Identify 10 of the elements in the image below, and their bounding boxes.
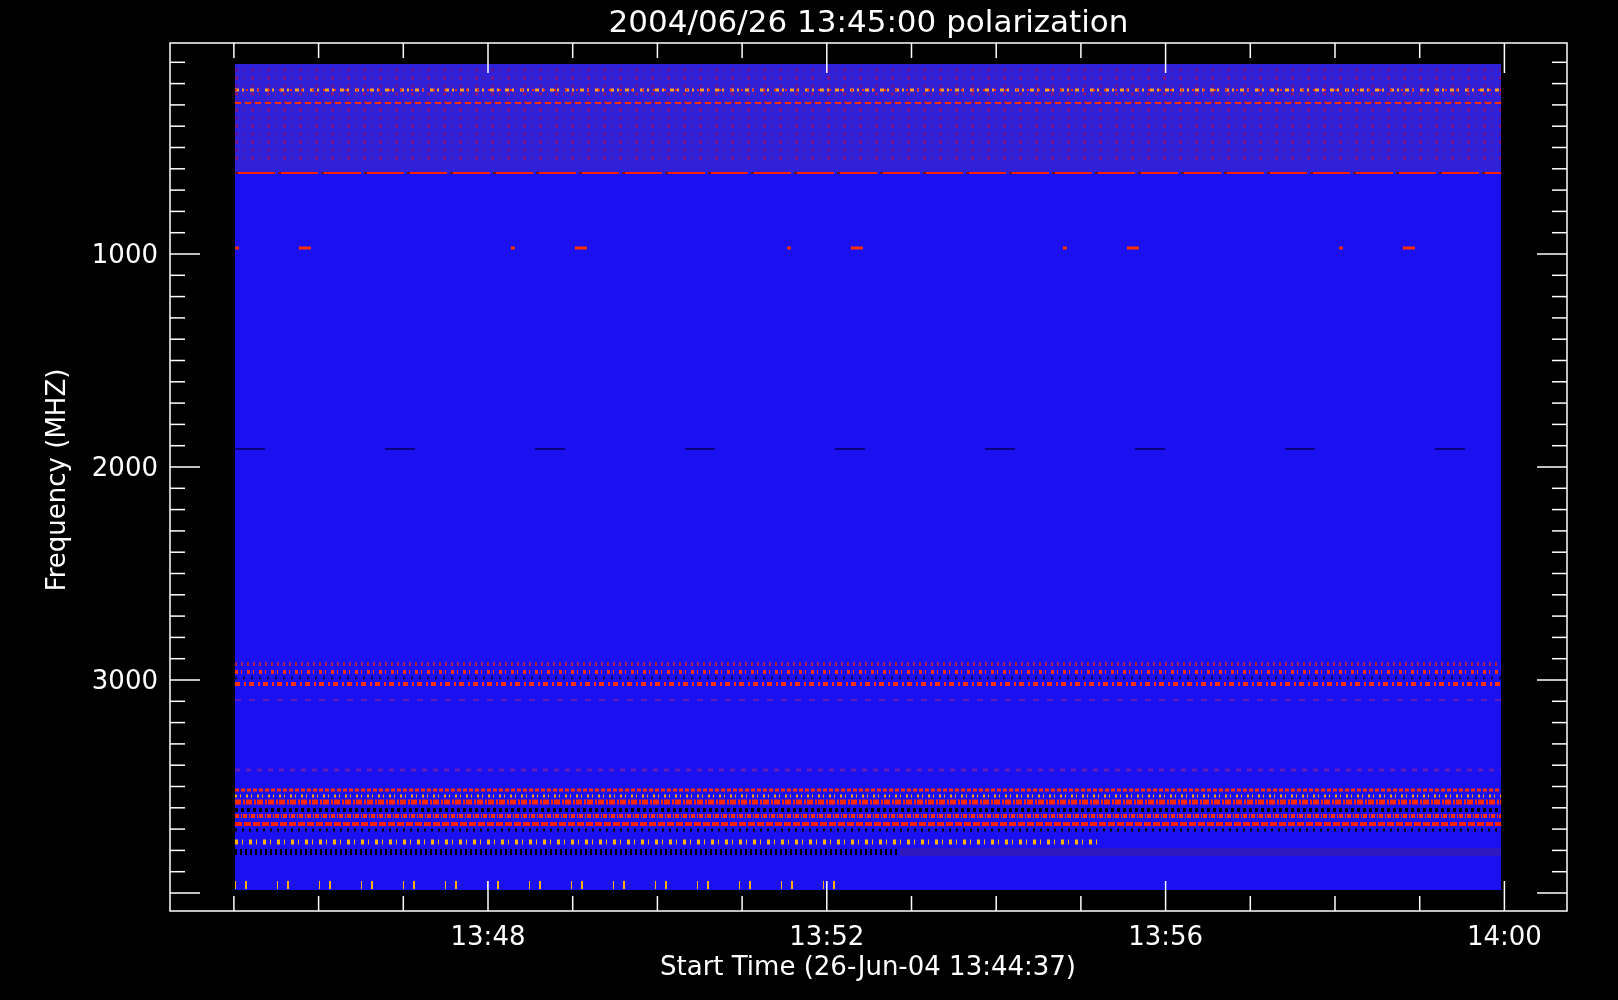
axis-tick-label: 2000: [91, 452, 158, 482]
axis-tick-label: 1000: [91, 239, 158, 269]
axis-tick-label: 13:48: [450, 921, 526, 951]
axis-tick-label: 14:00: [1466, 921, 1542, 951]
axis-title: Frequency (MHZ): [41, 368, 71, 592]
axis-title: Start Time (26-Jun-04 13:44:37): [660, 951, 1076, 981]
axis-tick-label: 13:52: [789, 921, 865, 951]
axis-tick-label: 3000: [91, 665, 158, 695]
chart-title: 2004/06/26 13:45:00 polarization: [608, 3, 1129, 39]
axis-tick-label: 13:56: [1128, 921, 1204, 951]
